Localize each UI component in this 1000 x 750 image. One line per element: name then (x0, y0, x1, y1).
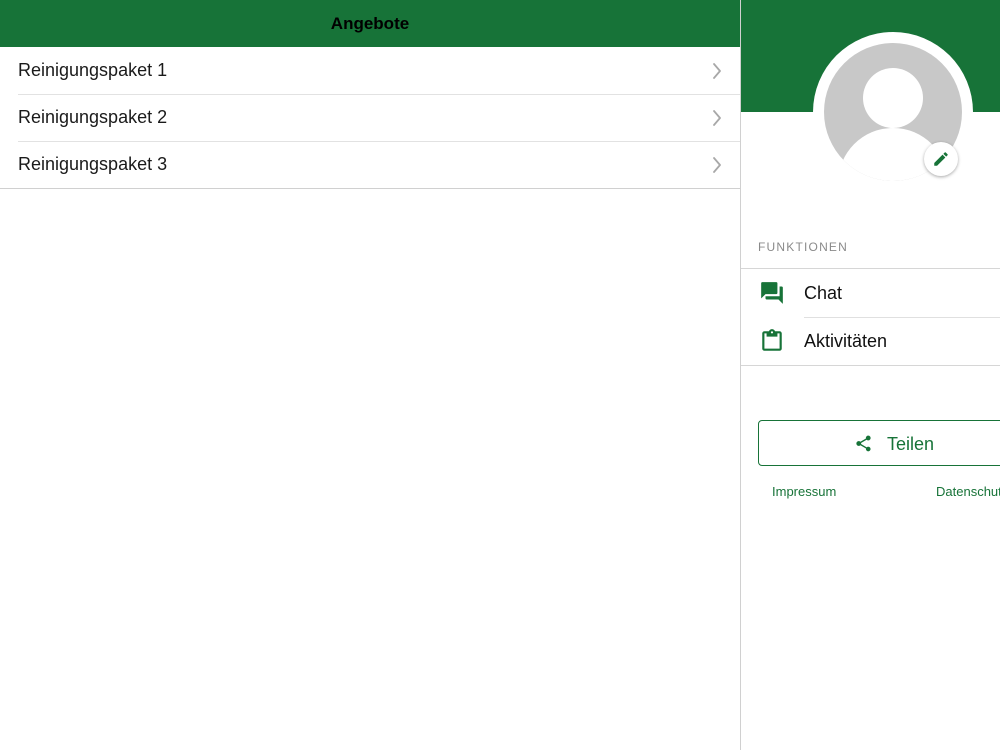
edit-avatar-button[interactable] (924, 142, 958, 176)
app-root: Angebote Reinigungspaket 1 Reinigungspak… (0, 0, 1000, 750)
chevron-right-icon (713, 109, 721, 126)
share-icon (856, 435, 871, 452)
offer-item-2[interactable]: Reinigungspaket 2 (0, 94, 740, 141)
function-item-activities[interactable]: Aktivitäten (741, 317, 1000, 365)
profile-pane: FUNKTIONEN Chat Aktivitäten Teilen Impre… (741, 0, 1000, 750)
offers-pane: Angebote Reinigungspaket 1 Reinigungspak… (0, 0, 740, 750)
offer-label: Reinigungspaket 1 (18, 60, 168, 80)
functions-list: Chat Aktivitäten (741, 268, 1000, 366)
offers-list: Reinigungspaket 1 Reinigungspaket 2 Rein… (0, 47, 740, 189)
datenschutz-link[interactable]: Datenschutz (936, 484, 1000, 499)
offer-item-1[interactable]: Reinigungspaket 1 (0, 47, 740, 94)
share-button[interactable]: Teilen (758, 420, 1000, 466)
impressum-link[interactable]: Impressum (772, 484, 836, 499)
offer-label: Reinigungspaket 2 (18, 107, 168, 127)
page-title: Angebote (330, 13, 410, 33)
function-label: Aktivitäten (804, 330, 888, 351)
navigation-bar: Angebote (0, 0, 740, 47)
avatar-container (813, 32, 973, 192)
share-label: Teilen (887, 434, 935, 454)
section-header-functions: FUNKTIONEN (758, 240, 848, 254)
offer-item-3[interactable]: Reinigungspaket 3 (0, 141, 740, 188)
pencil-icon (934, 152, 948, 166)
function-label: Chat (804, 282, 843, 303)
clipboard-icon (762, 329, 782, 351)
function-item-chat[interactable]: Chat (741, 269, 1000, 317)
chat-bubbles-icon (761, 282, 783, 304)
offer-label: Reinigungspaket 3 (18, 154, 168, 174)
chevron-right-icon (713, 156, 721, 173)
chevron-right-icon (713, 62, 721, 79)
